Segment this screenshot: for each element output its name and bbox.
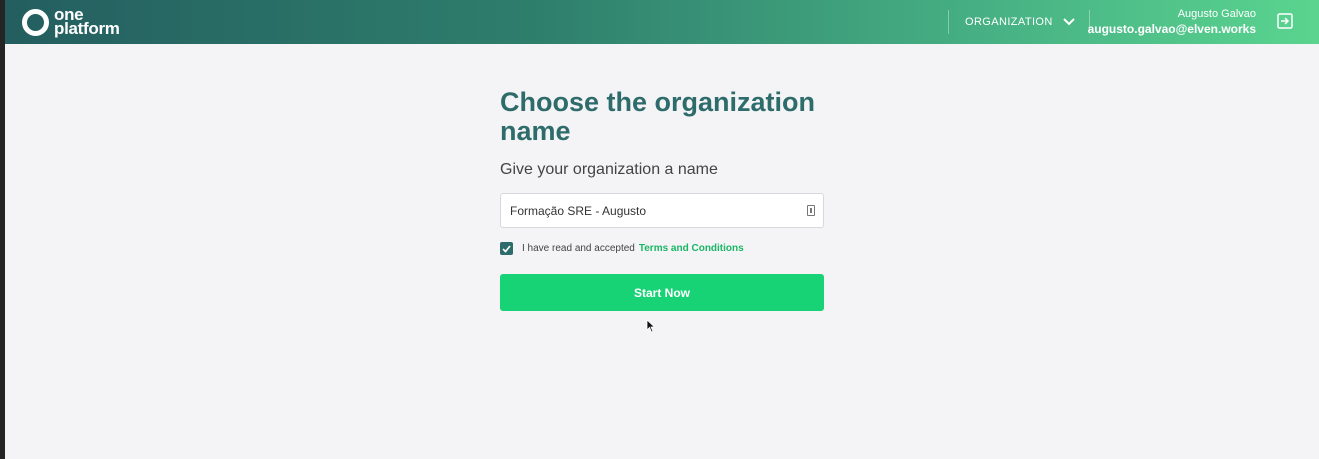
chevron-down-icon xyxy=(1063,18,1075,26)
terms-link[interactable]: Terms and Conditions xyxy=(639,243,744,254)
logo-line-platform: platform xyxy=(54,19,120,38)
top-bar: one platform ORGANIZATION Augusto Galvao… xyxy=(5,0,1319,44)
logout-icon[interactable] xyxy=(1277,13,1293,29)
user-email: augusto.galvao@elven.works xyxy=(1087,22,1256,36)
divider xyxy=(948,10,949,34)
logo-text: one platform xyxy=(54,6,120,38)
organization-menu-button[interactable]: ORGANIZATION xyxy=(965,0,1075,44)
start-now-button[interactable]: Start Now xyxy=(500,274,824,311)
user-name: Augusto Galvao xyxy=(1177,8,1256,20)
circle-logo-icon xyxy=(22,8,49,36)
user-info: Augusto Galvao augusto.galvao@elven.work… xyxy=(1088,8,1256,37)
organization-name-input[interactable] xyxy=(510,203,790,218)
terms-row: I have read and accepted Terms and Condi… xyxy=(500,242,824,255)
organization-form: Choose the organization name Give your o… xyxy=(500,88,824,311)
terms-text: I have read and accepted xyxy=(522,243,635,254)
checkmark-icon xyxy=(502,244,511,253)
organization-menu-label: ORGANIZATION xyxy=(965,16,1053,28)
autofill-icon[interactable] xyxy=(807,205,815,216)
logo[interactable]: one platform xyxy=(22,6,132,38)
app-window: one platform ORGANIZATION Augusto Galvao… xyxy=(5,0,1319,459)
terms-checkbox[interactable] xyxy=(500,242,513,255)
organization-name-field[interactable] xyxy=(500,193,824,228)
page-subtitle: Give your organization a name xyxy=(500,161,718,178)
page-title: Choose the organization name xyxy=(500,87,816,146)
mouse-pointer-icon xyxy=(646,319,656,333)
